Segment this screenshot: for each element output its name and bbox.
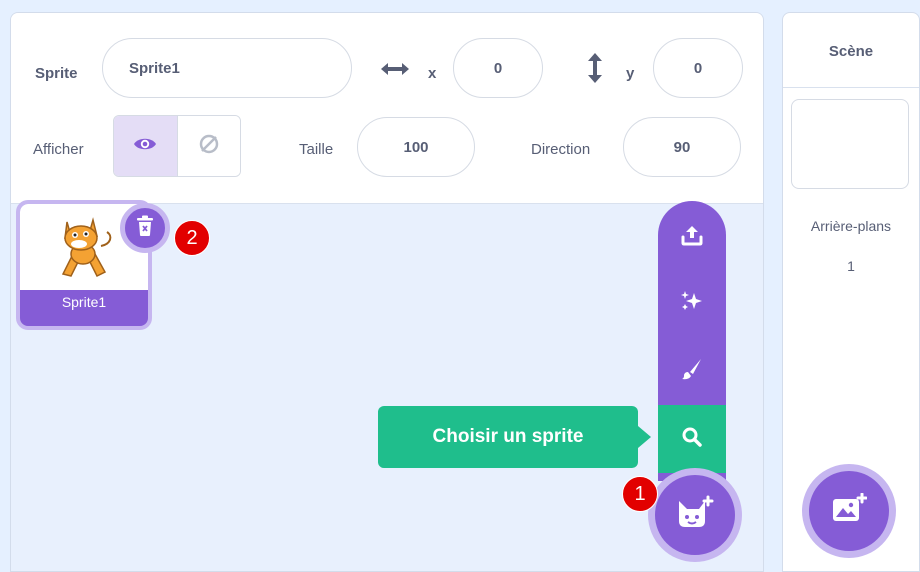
sprite-tile-name: Sprite1: [61, 294, 107, 310]
cat-sprite-icon: [61, 217, 112, 278]
step-badge-1: 1: [622, 476, 658, 512]
paint-sprite-button[interactable]: [658, 337, 726, 405]
step-badge-2: 2: [174, 220, 210, 256]
stage-thumbnail[interactable]: [791, 99, 909, 189]
tooltip-arrow: [638, 426, 651, 448]
add-backdrop-fab-ring: [802, 464, 896, 558]
choose-sprite-tooltip: Choisir un sprite: [378, 406, 638, 468]
cat-plus-icon: [675, 495, 715, 536]
visibility-toggle: [113, 115, 241, 177]
eye-icon: [133, 135, 157, 158]
upload-sprite-button[interactable]: [658, 203, 726, 271]
add-sprite-fab-ring: [648, 468, 742, 562]
add-sprite-fab[interactable]: [655, 475, 735, 555]
sprite-info-panel: Sprite Sprite1 x 0 y 0 Afficher Taille 1…: [11, 13, 763, 204]
hidden-icon: [197, 132, 221, 161]
sparkles-icon: [680, 289, 704, 318]
size-input[interactable]: 100: [357, 117, 475, 177]
direction-label: Direction: [531, 141, 591, 158]
x-input[interactable]: 0: [453, 38, 543, 98]
add-backdrop-fab[interactable]: [809, 471, 889, 551]
y-input[interactable]: 0: [653, 38, 743, 98]
hide-sprite-button[interactable]: [176, 116, 240, 176]
stage-title: Scène: [783, 13, 919, 88]
delete-sprite-button[interactable]: [120, 203, 170, 253]
trash-icon: [135, 215, 155, 242]
backdrops-label: Arrière-plans: [810, 218, 892, 234]
vertical-arrows-icon: [585, 51, 605, 90]
show-sprite-button[interactable]: [114, 116, 177, 176]
choose-sprite-button[interactable]: [658, 405, 726, 473]
paintbrush-icon: [681, 358, 703, 385]
backdrops-count: 1: [847, 258, 855, 274]
show-label: Afficher: [33, 141, 84, 158]
search-icon: [681, 426, 703, 453]
x-label: x: [428, 65, 437, 82]
y-label: y: [626, 65, 635, 82]
direction-input[interactable]: 90: [623, 117, 741, 177]
upload-icon: [681, 224, 703, 251]
sprite-name-input[interactable]: Sprite1: [102, 38, 352, 98]
add-sprite-menu: [658, 201, 726, 481]
sprite-name-label: Sprite: [35, 65, 78, 82]
horizontal-arrows-icon: [379, 58, 411, 85]
image-plus-icon: [831, 492, 868, 530]
surprise-sprite-button[interactable]: [658, 269, 726, 337]
size-label: Taille: [299, 141, 334, 158]
